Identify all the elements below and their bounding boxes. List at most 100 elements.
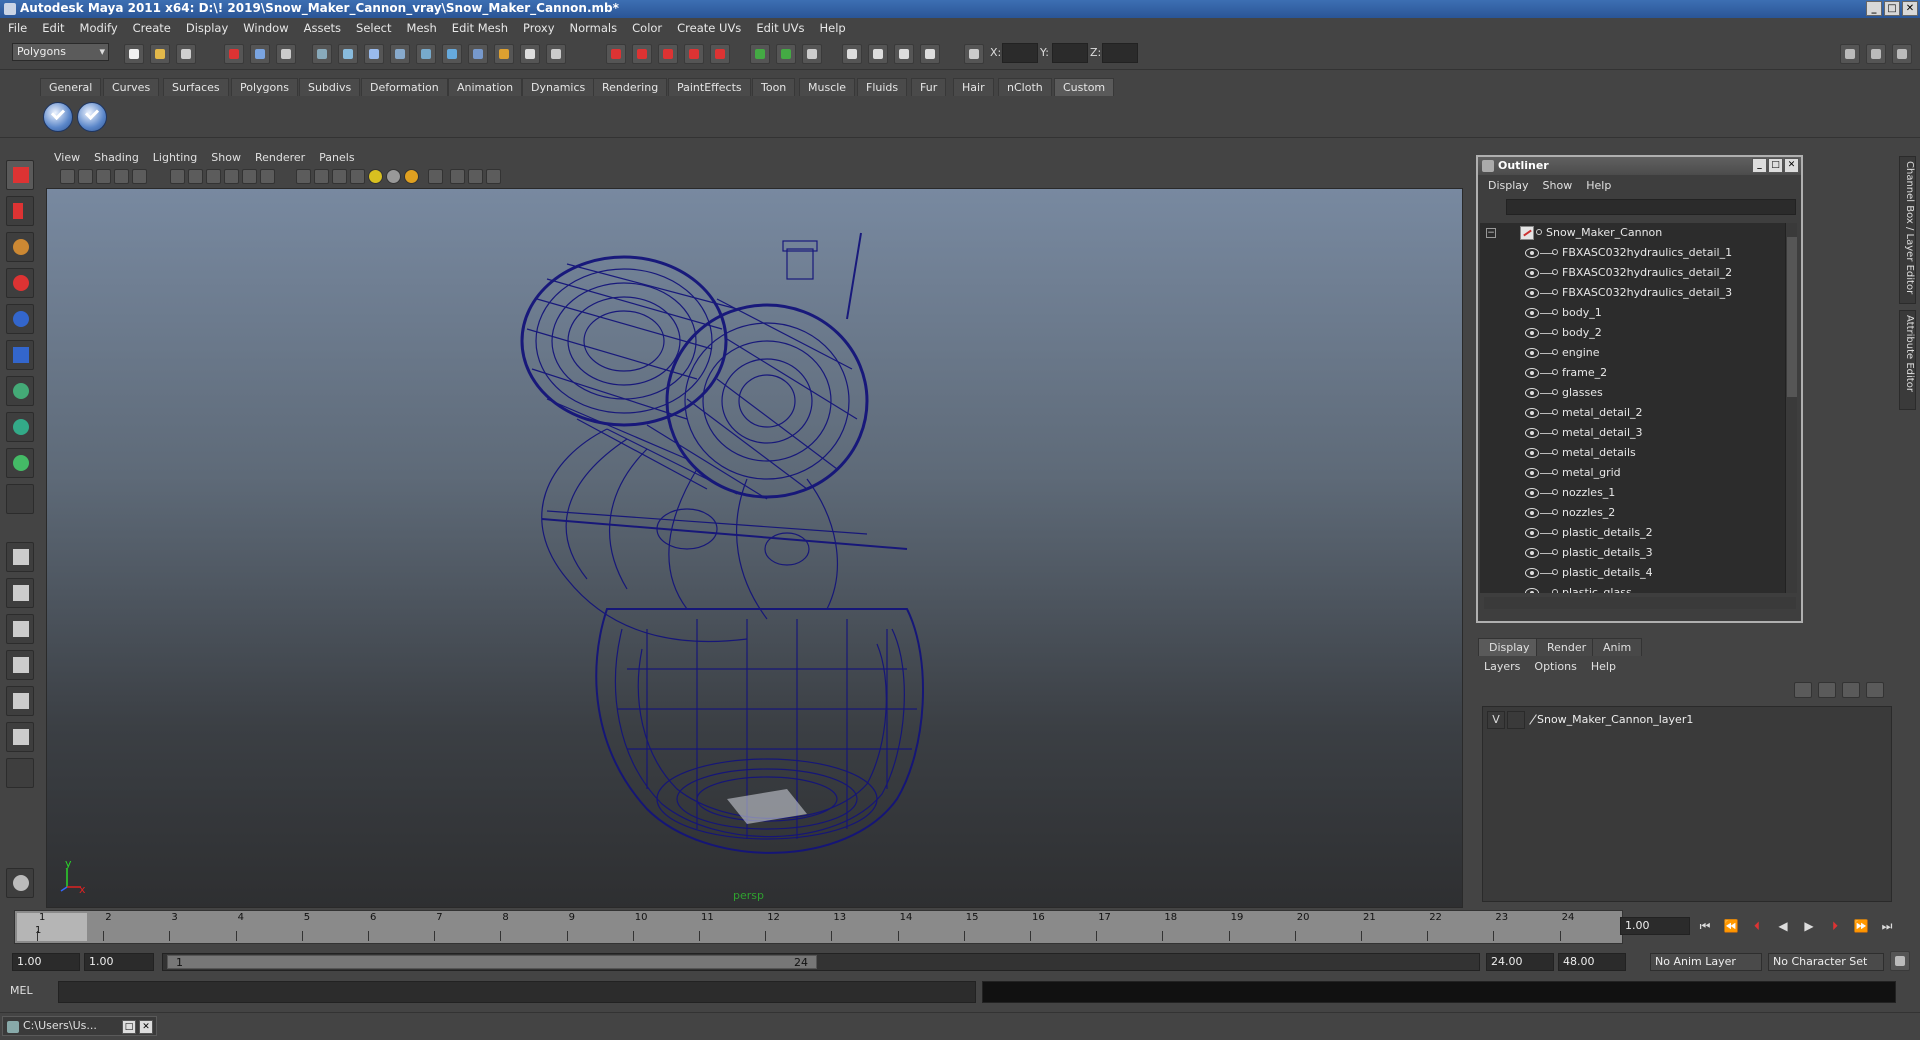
auto-key-icon[interactable] bbox=[1890, 951, 1910, 971]
xray-joints-icon[interactable] bbox=[468, 169, 483, 184]
paint-select-icon[interactable] bbox=[894, 44, 914, 64]
select-camera-icon[interactable] bbox=[60, 169, 75, 184]
menu-create-uvs[interactable]: Create UVs bbox=[677, 21, 741, 35]
layer-tab-render[interactable]: Render bbox=[1536, 638, 1598, 656]
shelf-tab-surfaces[interactable]: Surfaces bbox=[163, 78, 229, 96]
z-field[interactable] bbox=[1102, 43, 1138, 63]
transform-input-icon[interactable] bbox=[964, 44, 984, 64]
ipr-render-icon[interactable] bbox=[632, 44, 652, 64]
restore-button[interactable]: □ bbox=[122, 1020, 136, 1034]
menu-normals[interactable]: Normals bbox=[570, 21, 618, 35]
maximize-button[interactable]: □ bbox=[1884, 1, 1900, 16]
persp-outliner-layout-icon[interactable] bbox=[6, 614, 34, 644]
shelf-tab-curves[interactable]: Curves bbox=[103, 78, 160, 96]
outliner-item[interactable]: metal_detail_2 bbox=[1480, 403, 1790, 423]
outliner-menu-display[interactable]: Display bbox=[1488, 179, 1529, 192]
scale-tool-icon[interactable] bbox=[6, 340, 34, 370]
layer-tab-anim[interactable]: Anim bbox=[1592, 638, 1643, 656]
render-view-icon[interactable] bbox=[710, 44, 730, 64]
four-view-layout-icon[interactable] bbox=[6, 578, 34, 608]
shelf-tab-painteffects[interactable]: PaintEffects bbox=[668, 78, 751, 96]
sculpt-tool-icon[interactable] bbox=[6, 868, 34, 898]
menu-file[interactable]: File bbox=[8, 21, 27, 35]
shelf-tab-ncloth[interactable]: nCloth bbox=[998, 78, 1052, 96]
move-tool-icon[interactable] bbox=[6, 268, 34, 298]
menu-help[interactable]: Help bbox=[820, 21, 846, 35]
menu-modify[interactable]: Modify bbox=[80, 21, 118, 35]
scrollbar-thumb[interactable] bbox=[1787, 237, 1797, 397]
show-hide-attr-editor-icon[interactable] bbox=[750, 44, 770, 64]
toolbox-collapse-icon[interactable] bbox=[6, 758, 34, 788]
range-thumb[interactable]: 1 24 bbox=[167, 955, 817, 969]
menu-select[interactable]: Select bbox=[356, 21, 391, 35]
layout-panel-icon[interactable] bbox=[1866, 44, 1886, 64]
select-hierarchy-icon[interactable] bbox=[224, 44, 244, 64]
wireframe-icon[interactable] bbox=[296, 169, 311, 184]
layer-menu-options[interactable]: Options bbox=[1534, 660, 1576, 673]
layout-toggle-icon[interactable] bbox=[1892, 44, 1912, 64]
shelf-tab-deformation[interactable]: Deformation bbox=[361, 78, 448, 96]
persp-graph-outliner-layout-icon[interactable] bbox=[6, 722, 34, 752]
anim-layer-dropdown[interactable]: No Anim Layer bbox=[1650, 953, 1762, 971]
relative-transform-icon[interactable] bbox=[920, 44, 940, 64]
outliner-item[interactable]: glasses bbox=[1480, 383, 1790, 403]
output-ops-icon[interactable] bbox=[546, 44, 566, 64]
current-frame-field[interactable]: 1.00 bbox=[1620, 917, 1690, 935]
new-scene-icon[interactable] bbox=[124, 44, 144, 64]
camera-attributes-icon[interactable] bbox=[78, 169, 93, 184]
character-set-dropdown[interactable]: No Character Set bbox=[1768, 953, 1884, 971]
viewport-menu-renderer[interactable]: Renderer bbox=[255, 151, 305, 164]
wireframe-on-shaded-icon[interactable] bbox=[332, 169, 347, 184]
go-to-end-icon[interactable]: ⏭ bbox=[1878, 919, 1896, 935]
resolution-gate-icon[interactable] bbox=[188, 169, 203, 184]
shelf-tab-dynamics[interactable]: Dynamics bbox=[522, 78, 595, 96]
y-field[interactable] bbox=[1052, 43, 1088, 63]
layer-menu-layers[interactable]: Layers bbox=[1484, 660, 1520, 673]
outliner-item[interactable]: frame_2 bbox=[1480, 363, 1790, 383]
custom-shelf-checkmark-icon-1[interactable] bbox=[43, 102, 73, 132]
isolate-select-icon[interactable] bbox=[428, 169, 443, 184]
outliner-item[interactable]: FBXASC032hydraulics_detail_2 bbox=[1480, 263, 1790, 283]
step-forward-key-icon[interactable]: ⏵ bbox=[1826, 919, 1844, 935]
paint-select-tool-icon[interactable] bbox=[6, 232, 34, 262]
snap-curve-icon[interactable] bbox=[338, 44, 358, 64]
mel-input[interactable] bbox=[58, 981, 976, 1003]
save-scene-icon[interactable] bbox=[176, 44, 196, 64]
gate-mask-icon[interactable] bbox=[206, 169, 221, 184]
outliner-item[interactable]: metal_details bbox=[1480, 443, 1790, 463]
outliner-item[interactable]: nozzles_2 bbox=[1480, 503, 1790, 523]
outliner-close-button[interactable]: ✕ bbox=[1784, 158, 1799, 173]
menu-window[interactable]: Window bbox=[243, 21, 288, 35]
menu-set-dropdown[interactable]: Polygons ▾ bbox=[12, 43, 109, 61]
outliner-item[interactable]: metal_detail_3 bbox=[1480, 423, 1790, 443]
create-layer-from-selected-icon[interactable] bbox=[1866, 682, 1884, 698]
layout-single-icon[interactable] bbox=[1840, 44, 1860, 64]
high-quality-icon[interactable] bbox=[486, 169, 501, 184]
move-layer-down-icon[interactable] bbox=[1818, 682, 1836, 698]
persp-graph-layout-icon[interactable] bbox=[6, 650, 34, 680]
outliner-menu-show[interactable]: Show bbox=[1543, 179, 1573, 192]
viewport-menu-show[interactable]: Show bbox=[211, 151, 241, 164]
input-ops-icon[interactable] bbox=[520, 44, 540, 64]
outliner-item[interactable]: engine bbox=[1480, 343, 1790, 363]
snap-point-icon[interactable] bbox=[364, 44, 384, 64]
snap-live-icon[interactable] bbox=[442, 44, 462, 64]
lasso-tool-icon[interactable] bbox=[6, 196, 34, 226]
playback-end-field[interactable]: 24.00 bbox=[1486, 953, 1554, 971]
field-chart-icon[interactable] bbox=[224, 169, 239, 184]
grid-toggle-icon[interactable] bbox=[132, 169, 147, 184]
default-lighting-icon[interactable] bbox=[368, 169, 383, 184]
hypershade-layout-icon[interactable] bbox=[6, 686, 34, 716]
menu-color[interactable]: Color bbox=[632, 21, 662, 35]
select-object-icon[interactable] bbox=[250, 44, 270, 64]
snap-plane-icon[interactable] bbox=[390, 44, 410, 64]
menu-edit[interactable]: Edit bbox=[42, 21, 64, 35]
menu-display[interactable]: Display bbox=[186, 21, 228, 35]
collapse-icon[interactable]: − bbox=[1486, 228, 1496, 238]
shelf-tab-fluids[interactable]: Fluids bbox=[857, 78, 908, 96]
create-empty-layer-icon[interactable] bbox=[1842, 682, 1860, 698]
open-scene-icon[interactable] bbox=[150, 44, 170, 64]
last-tool-icon[interactable] bbox=[6, 484, 34, 514]
outliner-maximize-button[interactable]: □ bbox=[1768, 158, 1783, 173]
menu-proxy[interactable]: Proxy bbox=[523, 21, 555, 35]
